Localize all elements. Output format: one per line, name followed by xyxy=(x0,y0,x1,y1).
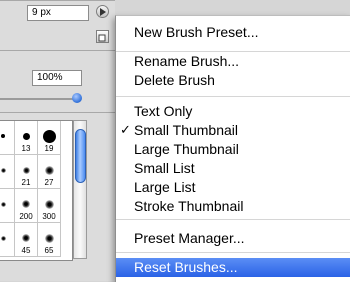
brush-tip-icon xyxy=(22,200,30,208)
menu-item-small-list[interactable]: Small List xyxy=(116,159,350,177)
play-icon xyxy=(100,8,106,16)
brush-preset-cell[interactable] xyxy=(0,223,15,257)
percent-field[interactable]: 100% xyxy=(32,70,82,86)
brush-preset-cell[interactable] xyxy=(0,189,15,223)
brush-tip-icon xyxy=(22,234,30,242)
brush-size-field[interactable]: 9 px xyxy=(27,5,89,21)
brush-preset-cell[interactable]: 200 xyxy=(15,189,38,223)
panel-menu-button[interactable] xyxy=(96,5,109,18)
slider-thumb[interactable] xyxy=(72,93,82,103)
panel-divider xyxy=(0,0,115,1)
new-preset-button[interactable] xyxy=(96,30,109,43)
new-preset-icon xyxy=(98,34,106,42)
brush-preset-cell[interactable] xyxy=(0,121,15,155)
brush-tip-icon xyxy=(44,199,54,209)
menu-separator xyxy=(116,252,350,253)
brush-tip-icon xyxy=(42,129,56,143)
menu-item-large-list[interactable]: Large List xyxy=(116,178,350,196)
brush-tip-icon xyxy=(22,166,30,174)
brush-preset-cell[interactable]: 21 xyxy=(15,155,38,189)
brush-size-label: 45 xyxy=(21,246,31,255)
brush-preset-cell[interactable] xyxy=(0,155,15,189)
brush-tip-icon xyxy=(0,235,6,241)
menu-item-reset-brushes[interactable]: Reset Brushes... xyxy=(116,258,350,277)
menu-separator xyxy=(116,219,350,220)
menu-item-large-thumbnail[interactable]: Large Thumbnail xyxy=(116,140,350,158)
brush-preset-cell[interactable]: 27 xyxy=(38,155,61,189)
scroll-thumb[interactable] xyxy=(75,129,86,183)
brush-tip-icon xyxy=(1,134,5,138)
menu-item-new-brush-preset[interactable]: New Brush Preset... xyxy=(116,23,350,41)
brush-size-label: 13 xyxy=(21,144,31,153)
brushes-panel: 9 px 100% 13 19 21 27 200 300 45 65 xyxy=(0,0,115,281)
brush-preset-cell[interactable]: 300 xyxy=(38,189,61,223)
menu-separator xyxy=(116,96,350,97)
menu-item-rename-brush[interactable]: Rename Brush... xyxy=(116,52,350,70)
panel-divider xyxy=(0,50,115,51)
checkmark-icon: ✓ xyxy=(120,122,131,137)
brush-tip-icon xyxy=(22,132,30,140)
menu-item-stroke-thumbnail[interactable]: Stroke Thumbnail xyxy=(116,197,350,215)
brush-preset-grid: 13 19 21 27 200 300 45 65 xyxy=(0,120,73,261)
menu-item-label: Small Thumbnail xyxy=(134,122,239,138)
brush-size-label: 19 xyxy=(44,144,54,153)
brush-preset-cell[interactable]: 19 xyxy=(38,121,61,155)
panel-divider xyxy=(0,112,115,113)
brush-size-label: 65 xyxy=(44,246,54,255)
brush-size-label: 300 xyxy=(42,212,56,221)
brushes-panel-menu: New Brush Preset... Rename Brush... Dele… xyxy=(115,15,350,282)
menu-item-small-thumbnail[interactable]: ✓ Small Thumbnail xyxy=(116,121,350,139)
brush-preset-cell[interactable]: 45 xyxy=(15,223,38,257)
brush-tip-icon xyxy=(0,201,6,207)
brush-size-label: 21 xyxy=(21,178,31,187)
brush-tip-icon xyxy=(44,165,54,175)
brush-grid-scrollbar[interactable] xyxy=(73,120,87,259)
slider-track[interactable] xyxy=(0,98,80,100)
brush-preset-cell[interactable]: 13 xyxy=(15,121,38,155)
menu-item-delete-brush[interactable]: Delete Brush xyxy=(116,71,350,89)
brush-preset-cell[interactable]: 65 xyxy=(38,223,61,257)
menu-item-text-only[interactable]: Text Only xyxy=(116,102,350,120)
brush-tip-icon xyxy=(44,233,54,243)
brush-size-label: 27 xyxy=(44,178,54,187)
brush-size-label: 200 xyxy=(19,212,33,221)
menu-item-preset-manager[interactable]: Preset Manager... xyxy=(116,229,350,247)
brush-tip-icon xyxy=(0,167,6,173)
